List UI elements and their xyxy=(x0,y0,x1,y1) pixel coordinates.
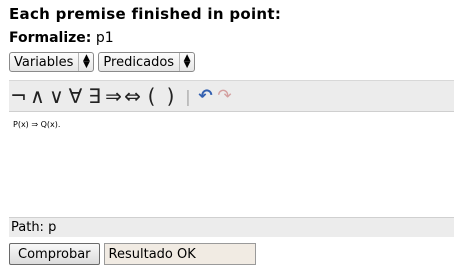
path-bar: Path: p xyxy=(9,217,454,237)
iff-symbol-button[interactable]: ⇔ xyxy=(123,84,142,108)
formula-text: P(x) ⇒ Q(x). xyxy=(13,120,61,129)
select-arrows-icon: ▲ ▼ xyxy=(78,53,93,71)
redo-icon[interactable]: ↷ xyxy=(215,86,234,106)
formalize-label: Formalize: xyxy=(9,30,92,46)
open-paren-button[interactable]: ( xyxy=(142,84,161,108)
undo-icon[interactable]: ↶ xyxy=(196,86,215,106)
close-paren-button[interactable]: ) xyxy=(161,84,180,108)
predicados-select-label: Predicados xyxy=(103,54,175,70)
action-row: Comprobar Resultado OK xyxy=(9,243,256,265)
formula-editor[interactable]: P(x) ⇒ Q(x). xyxy=(9,111,454,217)
predicados-select[interactable]: Predicados ▲ ▼ xyxy=(98,52,196,72)
implies-symbol-button[interactable]: ⇒ xyxy=(104,84,123,108)
variables-select[interactable]: Variables ▲ ▼ xyxy=(9,52,95,72)
page-title: Each premise finished in point: xyxy=(9,5,282,23)
symbol-toolbar: ¬ ∧ ∨ ∀ ∃ ⇒ ⇔ ( ) | ↶ ↷ xyxy=(9,80,454,111)
and-symbol-button[interactable]: ∧ xyxy=(28,84,47,108)
toolbar-separator: | xyxy=(185,86,191,106)
forall-symbol-button[interactable]: ∀ xyxy=(66,84,85,108)
check-button[interactable]: Comprobar xyxy=(9,243,100,265)
formalize-row: Formalize: p1 xyxy=(9,30,114,46)
path-text: Path: p xyxy=(11,220,57,235)
select-arrows-icon: ▲ ▼ xyxy=(179,53,194,71)
variables-select-label: Variables xyxy=(14,54,74,70)
exists-symbol-button[interactable]: ∃ xyxy=(85,84,104,108)
not-symbol-button[interactable]: ¬ xyxy=(9,84,28,108)
result-field: Resultado OK xyxy=(103,243,256,265)
or-symbol-button[interactable]: ∨ xyxy=(47,84,66,108)
selector-row: Variables ▲ ▼ Predicados ▲ ▼ xyxy=(9,52,196,72)
formalize-value: p1 xyxy=(95,30,114,46)
